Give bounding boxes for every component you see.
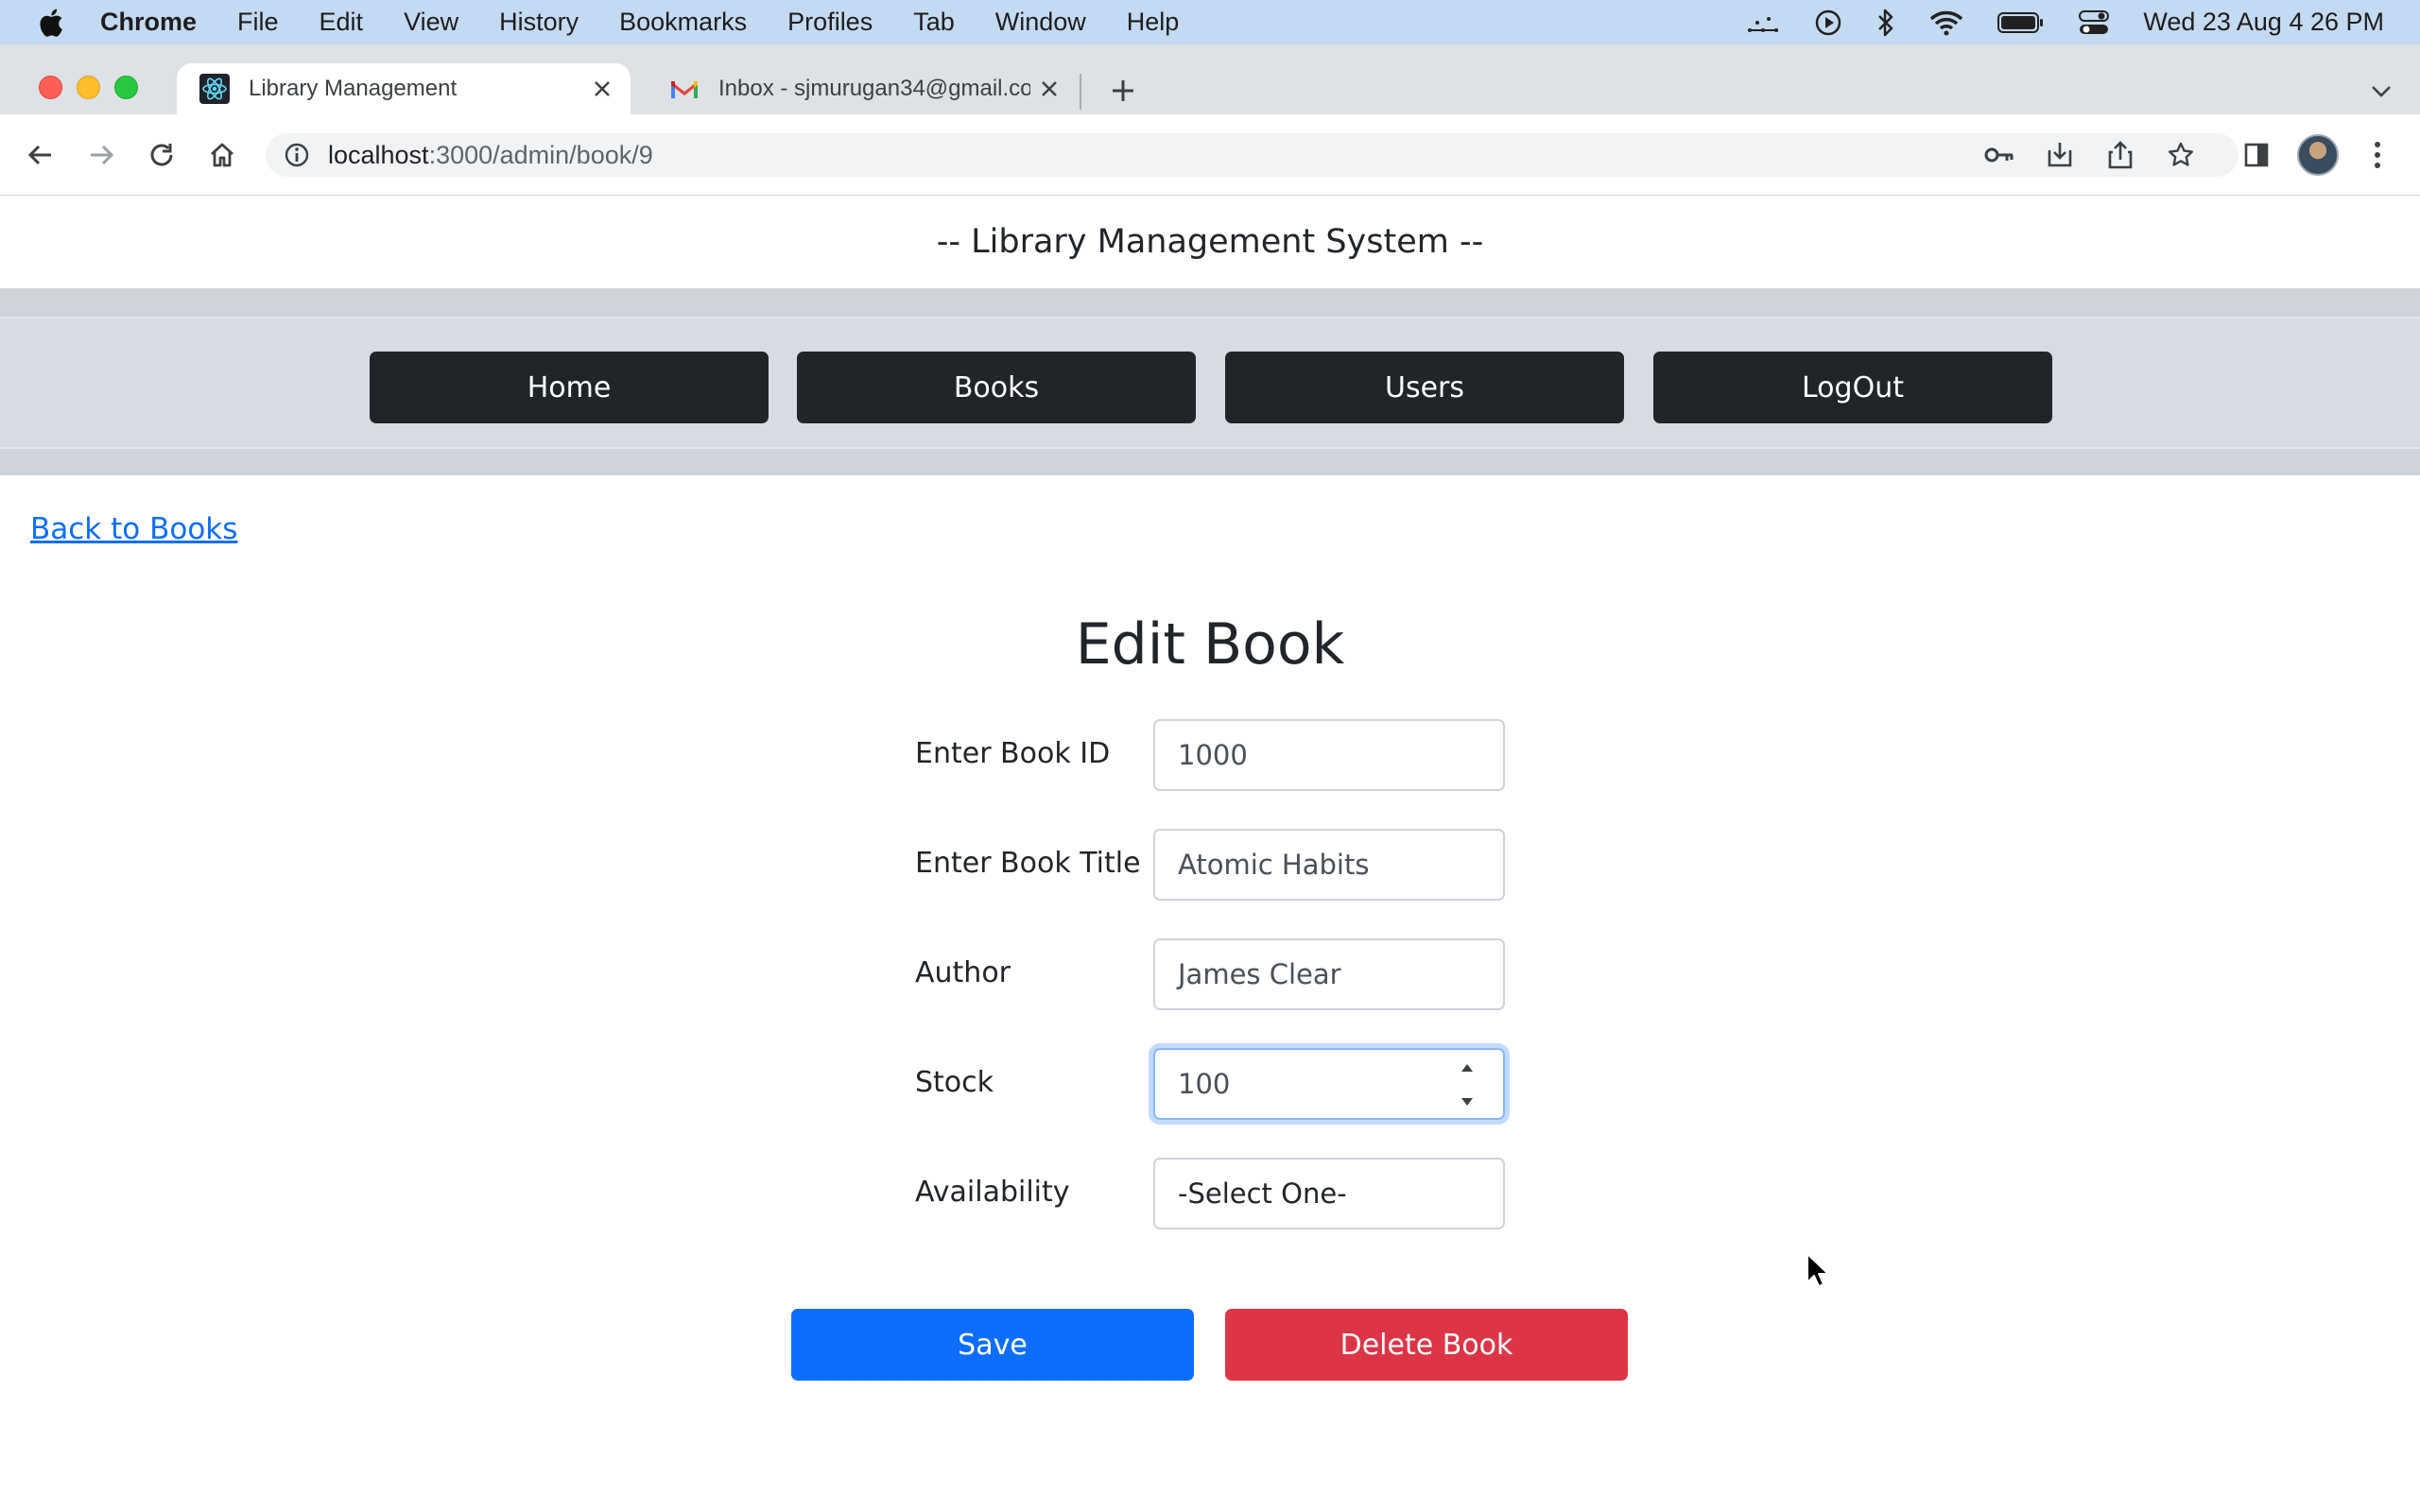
gmail-icon [669,74,700,104]
apple-logo-icon[interactable] [36,7,64,39]
macos-menu-bar: Chrome File Edit View History Bookmarks … [0,0,2420,44]
menu-view[interactable]: View [404,8,458,37]
window-close-button[interactable] [39,76,62,99]
tab-library-management[interactable]: Library Management [177,63,631,114]
reload-icon[interactable] [142,135,182,175]
stock-value: 100 [1178,1068,1231,1100]
bookmark-star-icon[interactable] [2161,135,2201,175]
battery-icon[interactable] [1997,11,2045,34]
screen-mirror-icon[interactable] [1746,11,1780,34]
book-title-label: Enter Book Title [915,847,1141,880]
tab-title: Library Management [249,76,458,101]
browser-toolbar: localhost:3000/admin/book/9 [0,114,2420,196]
url-host: localhost [328,140,429,169]
kebab-menu-icon[interactable] [2358,135,2397,175]
stock-number-input[interactable]: 100 [1153,1048,1505,1120]
status-area: Wed 23 Aug 4 26 PM [1746,0,2420,44]
nav-bar: Home Books Users LogOut [0,317,2420,449]
new-tab-plus-icon[interactable] [1104,72,1142,110]
tab-gmail-inbox[interactable]: Inbox - sjmurugan34@gmail.com [647,63,1078,114]
address-bar[interactable]: localhost:3000/admin/book/9 [266,133,2238,177]
tab-close-icon[interactable] [1030,70,1068,108]
book-id-value: 1000 [1178,739,1248,771]
window-zoom-button[interactable] [114,76,138,99]
url-text: localhost:3000/admin/book/9 [328,141,653,170]
menu-profiles[interactable]: Profiles [787,8,873,37]
tab-title: Inbox - sjmurugan34@gmail.com [718,76,1030,101]
nav-logout-button[interactable]: LogOut [1653,352,2052,423]
url-path: :3000/admin/book/9 [428,140,653,169]
nav-users-button[interactable]: Users [1225,352,1624,423]
nav-band: Home Books Users LogOut [0,288,2420,475]
book-title-value: Atomic Habits [1178,849,1370,881]
menu-file[interactable]: File [237,8,279,37]
react-icon [199,74,230,104]
book-title-input[interactable]: Atomic Habits [1153,829,1505,901]
site-header: -- Library Management System -- [936,223,1484,261]
book-id-input[interactable]: 1000 [1153,719,1505,791]
book-id-label: Enter Book ID [915,737,1111,770]
share-icon[interactable] [2100,135,2140,175]
mouse-pointer-icon [1806,1253,1829,1287]
wifi-icon[interactable] [1929,9,1963,36]
menu-edit[interactable]: Edit [320,8,364,37]
form-title: Edit Book [1075,611,1345,678]
control-center-icon[interactable] [2079,9,2110,36]
menubar-clock[interactable]: Wed 23 Aug 4 26 PM [2143,8,2384,37]
back-to-books-link[interactable]: Back to Books [30,512,237,546]
nav-books-button[interactable]: Books [797,352,1196,423]
tab-separator [1080,74,1081,110]
menu-window[interactable]: Window [995,8,1086,37]
stepper-down-icon[interactable] [1460,1097,1475,1107]
stock-stepper[interactable] [1454,1063,1480,1107]
bluetooth-icon[interactable] [1876,8,1895,38]
availability-label: Availability [915,1176,1070,1209]
media-play-icon[interactable] [1814,9,1842,37]
menu-help[interactable]: Help [1127,8,1180,37]
stock-label: Stock [915,1066,994,1099]
site-info-icon[interactable] [283,141,311,169]
nav-home-button[interactable]: Home [370,352,769,423]
availability-selected-value: -Select One- [1178,1177,1347,1210]
delete-book-button[interactable]: Delete Book [1225,1309,1628,1381]
menu-app-name[interactable]: Chrome [100,8,197,37]
author-value: James Clear [1178,958,1341,990]
menu-tab[interactable]: Tab [913,8,955,37]
save-button[interactable]: Save [791,1309,1194,1381]
forward-arrow-icon[interactable] [81,135,121,175]
profile-avatar[interactable] [2297,134,2339,176]
page-content: -- Library Management System -- Home Boo… [0,196,2420,1512]
tab-close-icon[interactable] [583,70,621,108]
password-key-icon[interactable] [1979,135,2019,175]
home-icon[interactable] [202,135,242,175]
side-panel-icon[interactable] [2237,135,2276,175]
stepper-up-icon[interactable] [1460,1063,1475,1073]
window-minimize-button[interactable] [77,76,100,99]
author-label: Author [915,956,1011,989]
browser-tab-strip: Library Management Inbox - sjmurugan34@g… [0,44,2420,114]
menu-history[interactable]: History [499,8,579,37]
menu-bookmarks[interactable]: Bookmarks [619,8,747,37]
availability-select[interactable]: -Select One- [1153,1158,1505,1229]
author-input[interactable]: James Clear [1153,938,1505,1010]
back-arrow-icon[interactable] [21,135,60,175]
tab-search-chevron-icon[interactable] [2367,77,2395,106]
install-app-icon[interactable] [2040,135,2080,175]
